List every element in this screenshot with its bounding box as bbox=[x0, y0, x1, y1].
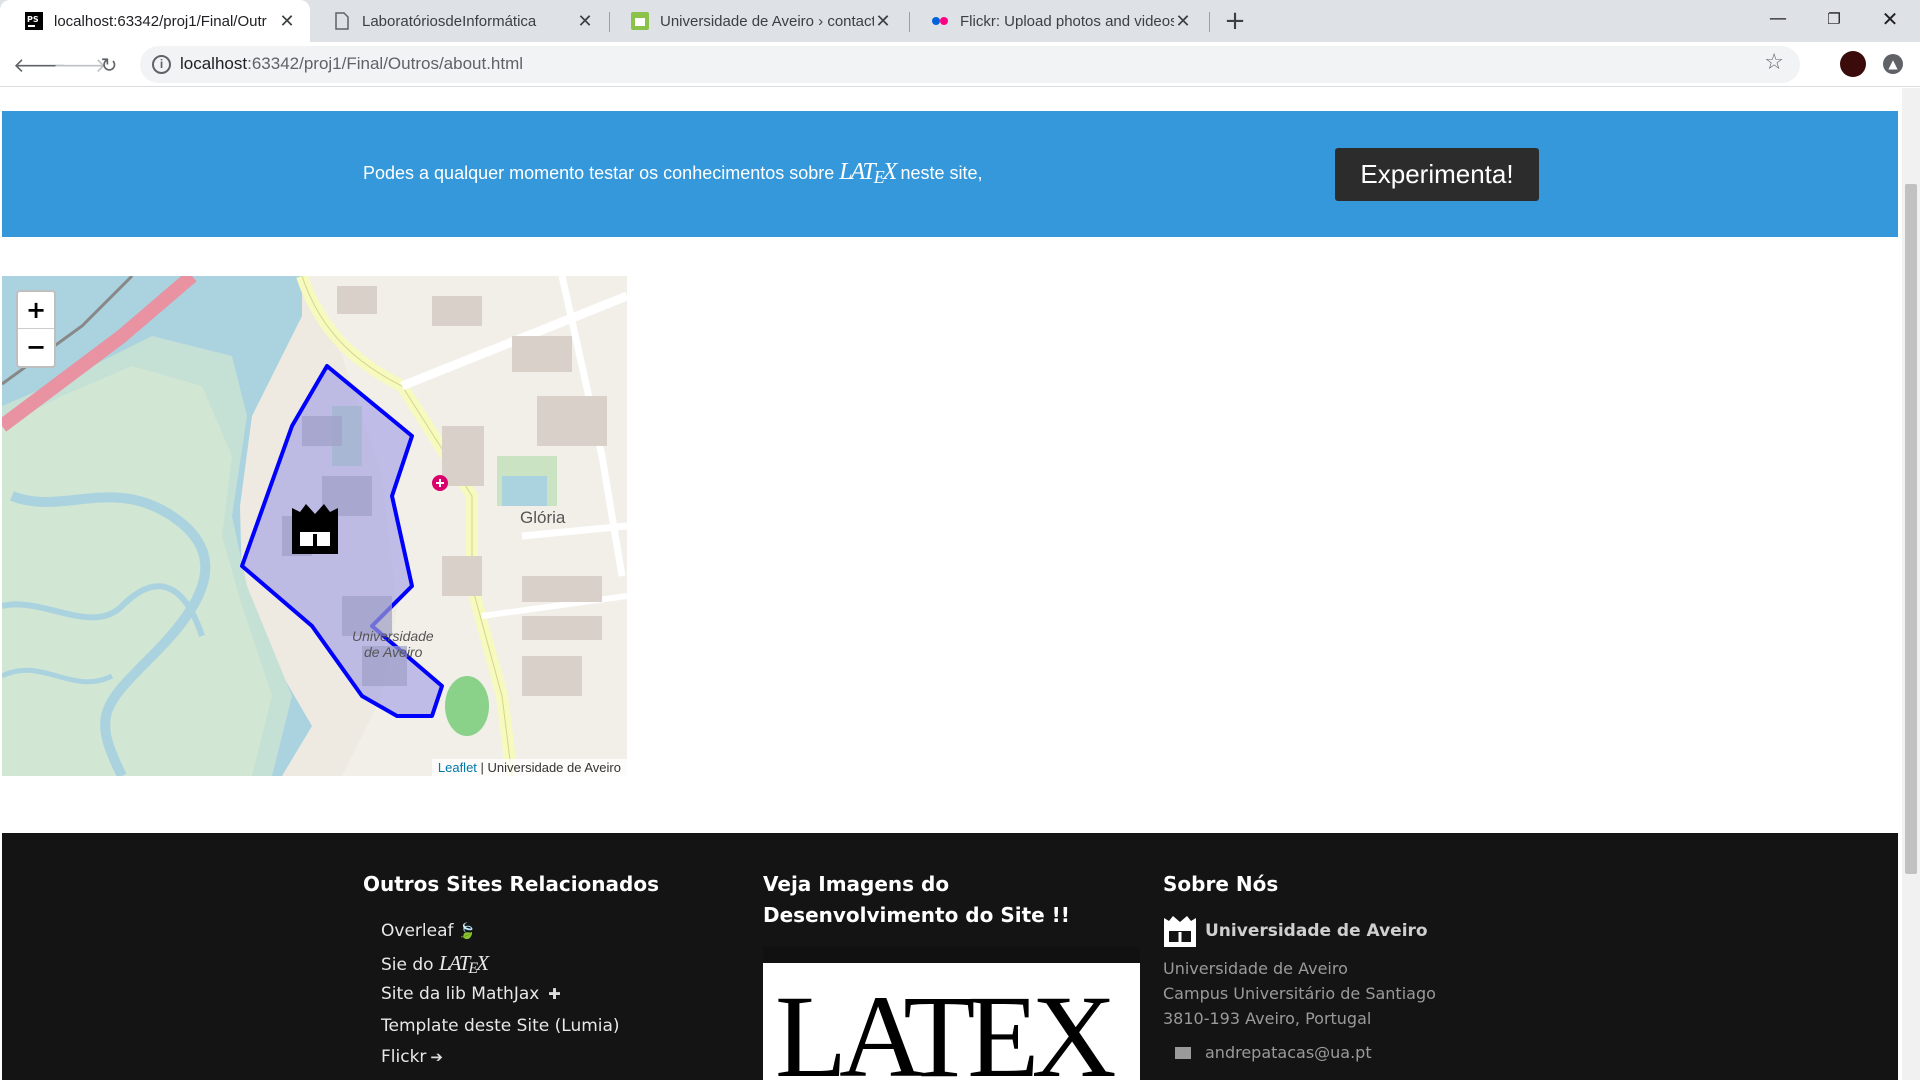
related-sites-title: Outros Sites Relacionados bbox=[363, 872, 659, 896]
link-template[interactable]: Template deste Site (Lumia) bbox=[381, 1011, 733, 1043]
images-title: Veja Imagens do Desenvolvimento do Site … bbox=[763, 872, 1070, 927]
map-attribution: Leaflet | Universidade de Aveiro bbox=[431, 759, 627, 776]
svg-text:PS: PS bbox=[27, 15, 39, 24]
map-label-university: de Aveiro bbox=[364, 644, 423, 660]
call-to-action-banner: Podes a qualquer momento testar os conhe… bbox=[2, 111, 1898, 237]
map-label-gloria: Glória bbox=[520, 508, 566, 527]
leaflet-map[interactable]: Glória Universidade de Aveiro + − Leafle… bbox=[2, 276, 627, 776]
tab-laboratorios[interactable]: LaboratóriosdeInformática ✕ bbox=[308, 0, 608, 42]
reload-button[interactable]: ↻ bbox=[93, 49, 125, 81]
ua-logo-icon bbox=[1164, 916, 1196, 947]
zoom-control: + − bbox=[16, 290, 56, 368]
close-icon[interactable]: ✕ bbox=[874, 11, 892, 32]
extension-icon[interactable]: ▲ bbox=[1883, 54, 1903, 74]
tab-title: localhost:63342/proj1/Final/Outr bbox=[54, 12, 267, 30]
back-button[interactable]: 🡐 bbox=[13, 49, 67, 81]
url-text: localhost:63342/proj1/Final/Outros/about… bbox=[180, 54, 524, 73]
address: Universidade de Aveiro Campus Universitá… bbox=[1163, 959, 1436, 1028]
forward-button[interactable]: 🡒 bbox=[53, 49, 107, 81]
plus-icon: ✚ bbox=[543, 985, 561, 1003]
latex-image[interactable]: LATEX bbox=[763, 947, 1140, 1080]
email[interactable]: andrepatacas@ua.pt bbox=[1175, 1043, 1563, 1062]
address-bar[interactable]: i localhost:63342/proj1/Final/Outros/abo… bbox=[140, 46, 1800, 83]
link-overleaf[interactable]: Overleaf 🍃 bbox=[381, 916, 733, 948]
info-icon[interactable]: i bbox=[152, 55, 171, 74]
minimize-button[interactable]: — bbox=[1750, 0, 1806, 38]
related-sites-column: Outros Sites Relacionados Overleaf 🍃 Sie … bbox=[363, 869, 733, 1074]
page-viewport: Podes a qualquer momento testar os conhe… bbox=[0, 88, 1902, 1080]
tab-title: LaboratóriosdeInformática bbox=[362, 12, 537, 30]
tab-flickr[interactable]: Flickr: Upload photos and videos ✕ bbox=[906, 0, 1206, 42]
restore-button[interactable]: ❐ bbox=[1806, 0, 1862, 38]
scrollbar-thumb[interactable] bbox=[1905, 184, 1917, 874]
profile-avatar[interactable] bbox=[1840, 51, 1866, 77]
page-footer: Outros Sites Relacionados Overleaf 🍃 Sie … bbox=[2, 833, 1898, 1080]
leaflet-link[interactable]: Leaflet bbox=[438, 760, 477, 775]
bookmark-star-icon[interactable]: ☆ bbox=[1764, 50, 1784, 75]
latex-logo: LATEX bbox=[839, 159, 897, 187]
latex-logo: LATEX bbox=[438, 950, 489, 977]
link-mathjax[interactable]: Site da lib MathJax ✚ bbox=[381, 979, 733, 1011]
about-title: Sobre Nós bbox=[1163, 872, 1279, 896]
ua-icon bbox=[631, 12, 649, 30]
leaf-icon: 🍃 bbox=[457, 922, 477, 940]
arrow-right-icon: ➔ bbox=[430, 1048, 443, 1066]
envelope-icon bbox=[1175, 1046, 1191, 1059]
browser-tab-strip: PS localhost:63342/proj1/Final/Outr ✕ La… bbox=[0, 0, 1920, 42]
related-links-list: Overleaf 🍃 Sie do LATEX Site da lib MathJ… bbox=[363, 916, 733, 1074]
cta-text: Podes a qualquer momento testar os conhe… bbox=[363, 159, 983, 187]
link-latex[interactable]: Sie do LATEX bbox=[381, 948, 733, 980]
experimenta-button[interactable]: Experimenta! bbox=[1335, 148, 1539, 201]
images-column: Veja Imagens do Desenvolvimento do Site … bbox=[763, 869, 1143, 1080]
zoom-out-button[interactable]: − bbox=[18, 329, 54, 366]
tab-universidade[interactable]: Universidade de Aveiro › contact ✕ bbox=[606, 0, 906, 42]
about-column: Sobre Nós Universidade de Aveiro Univers… bbox=[1163, 869, 1563, 1062]
browser-toolbar: 🡐 🡒 ↻ i localhost:63342/proj1/Final/Outr… bbox=[0, 42, 1920, 87]
link-flickr[interactable]: Flickr ➔ bbox=[381, 1042, 733, 1074]
close-icon[interactable]: ✕ bbox=[278, 11, 296, 32]
pycharm-icon: PS bbox=[25, 12, 43, 30]
page-scrollbar[interactable] bbox=[1902, 88, 1920, 1080]
tab-about[interactable]: PS localhost:63342/proj1/Final/Outr ✕ bbox=[0, 0, 310, 42]
org-name: Universidade de Aveiro bbox=[1163, 914, 1563, 948]
tab-separator bbox=[1209, 12, 1210, 32]
page-icon bbox=[333, 12, 351, 30]
zoom-in-button[interactable]: + bbox=[18, 292, 54, 329]
close-icon[interactable]: ✕ bbox=[576, 11, 594, 32]
tab-title: Flickr: Upload photos and videos bbox=[960, 12, 1174, 30]
flickr-icon bbox=[931, 12, 949, 30]
new-tab-button[interactable]: + bbox=[1222, 4, 1248, 38]
close-window-button[interactable]: ✕ bbox=[1862, 0, 1918, 38]
close-icon[interactable]: ✕ bbox=[1174, 11, 1192, 32]
tab-title: Universidade de Aveiro › contact bbox=[660, 12, 874, 30]
map-label-university: Universidade bbox=[352, 628, 434, 644]
